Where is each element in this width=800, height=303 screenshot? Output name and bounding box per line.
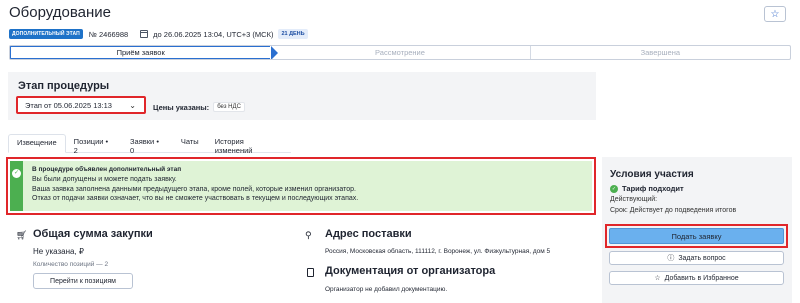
location-pin-icon: ⚲ — [305, 230, 312, 240]
tabs: Извещение Позиции • 2 Заявки • 0 Чаты Ис… — [8, 134, 291, 155]
term-text: Срок: Действует до подведения итогов — [610, 207, 737, 214]
procedure-number: № 2466988 — [88, 29, 129, 39]
tariff-label: Тариф подходит — [622, 184, 684, 193]
ask-question-label: Задать вопрос — [678, 254, 726, 262]
tariff-status: ✓ Тариф подходит — [610, 184, 684, 193]
add-to-favorites-button[interactable]: ☆ Добавить в Избранное — [609, 271, 784, 285]
notice-line: Ваша заявка заполнена данными предыдущег… — [32, 185, 356, 193]
star-icon: ☆ — [654, 275, 661, 282]
tab-chats[interactable]: Чаты — [173, 134, 207, 153]
procedure-meta: ДОПОЛНИТЕЛЬНЫЙ ЭТАП № 2466988 до 26.06.2… — [9, 28, 308, 40]
cart-icon: 🛒︎ — [16, 230, 28, 240]
additional-stage-notice: ✓ В процедуре объявлен дополнительный эт… — [6, 157, 596, 215]
delivery-address: Россия, Московская область, 111112, г. В… — [325, 248, 551, 255]
step-accepting: Приём заявок — [10, 46, 279, 59]
add-to-favorites-label: Добавить в Избранное — [664, 274, 739, 282]
calendar-icon — [140, 30, 149, 38]
valid-label: Действующий: — [610, 196, 658, 203]
tab-positions[interactable]: Позиции • 2 — [66, 134, 122, 155]
chevron-down-icon: ⌄ — [129, 101, 136, 110]
procedure-steps: Приём заявок Рассмотрение Завершена — [9, 45, 791, 60]
days-left-badge: 21 ДЕНЬ — [278, 29, 308, 39]
check-circle-icon: ✓ — [12, 169, 21, 178]
step-finished: Завершена — [640, 48, 681, 57]
participation-title: Условия участия — [610, 169, 694, 180]
docs-title: Документация от организатора — [325, 265, 496, 277]
submit-application-button[interactable]: Подать заявку — [609, 228, 784, 244]
prices-label: Цены указаны: — [153, 102, 210, 112]
procedure-stage-title: Этап процедуры — [18, 80, 110, 92]
stage-badge: ДОПОЛНИТЕЛЬНЫЙ ЭТАП — [9, 29, 83, 39]
favorite-button[interactable]: ☆ — [764, 6, 786, 22]
tab-notice[interactable]: Извещение — [8, 134, 66, 153]
total-sum-title: Общая сумма закупки — [33, 228, 153, 240]
deadline-text: до 26.06.2025 13:04, UTC+3 (МСК) — [153, 29, 274, 39]
page-title: Оборудование — [9, 4, 112, 21]
positions-count: Количество позиций — 2 — [33, 261, 109, 268]
notice-line: Вы были допущены и можете подать заявку. — [32, 176, 177, 184]
stage-select-value: Этап от 05.06.2025 13:13 — [25, 100, 112, 110]
procedure-stage-panel: Этап процедуры Этап от 05.06.2025 13:13 … — [8, 72, 596, 120]
question-icon: ⓘ — [667, 255, 675, 262]
go-to-positions-button[interactable]: Перейти к позициям — [33, 273, 133, 289]
notice-line: Отказ от подачи заявки означает, что вы … — [32, 194, 359, 202]
prices-value: без НДС — [213, 102, 245, 112]
apply-highlight: Подать заявку — [605, 224, 788, 248]
document-icon — [307, 268, 314, 277]
total-sum-value: Не указана, ₽ — [33, 247, 85, 256]
delivery-title: Адрес поставки — [325, 228, 412, 240]
participation-panel: Условия участия ✓ Тариф подходит Действу… — [602, 157, 792, 303]
step-review: Рассмотрение — [375, 48, 425, 57]
ask-question-button[interactable]: ⓘ Задать вопрос — [609, 251, 784, 265]
star-icon: ☆ — [770, 8, 780, 20]
tab-history[interactable]: История изменений — [207, 134, 291, 155]
notice-title: В процедуре объявлен дополнительный этап — [32, 166, 182, 173]
check-circle-icon: ✓ — [610, 184, 618, 193]
stage-select[interactable]: Этап от 05.06.2025 13:13 ⌄ — [16, 96, 146, 114]
prices-info: Цены указаны: без НДС — [153, 102, 245, 112]
tab-applications[interactable]: Заявки • 0 — [122, 134, 173, 155]
docs-text: Организатор не добавил документацию. — [325, 286, 448, 293]
